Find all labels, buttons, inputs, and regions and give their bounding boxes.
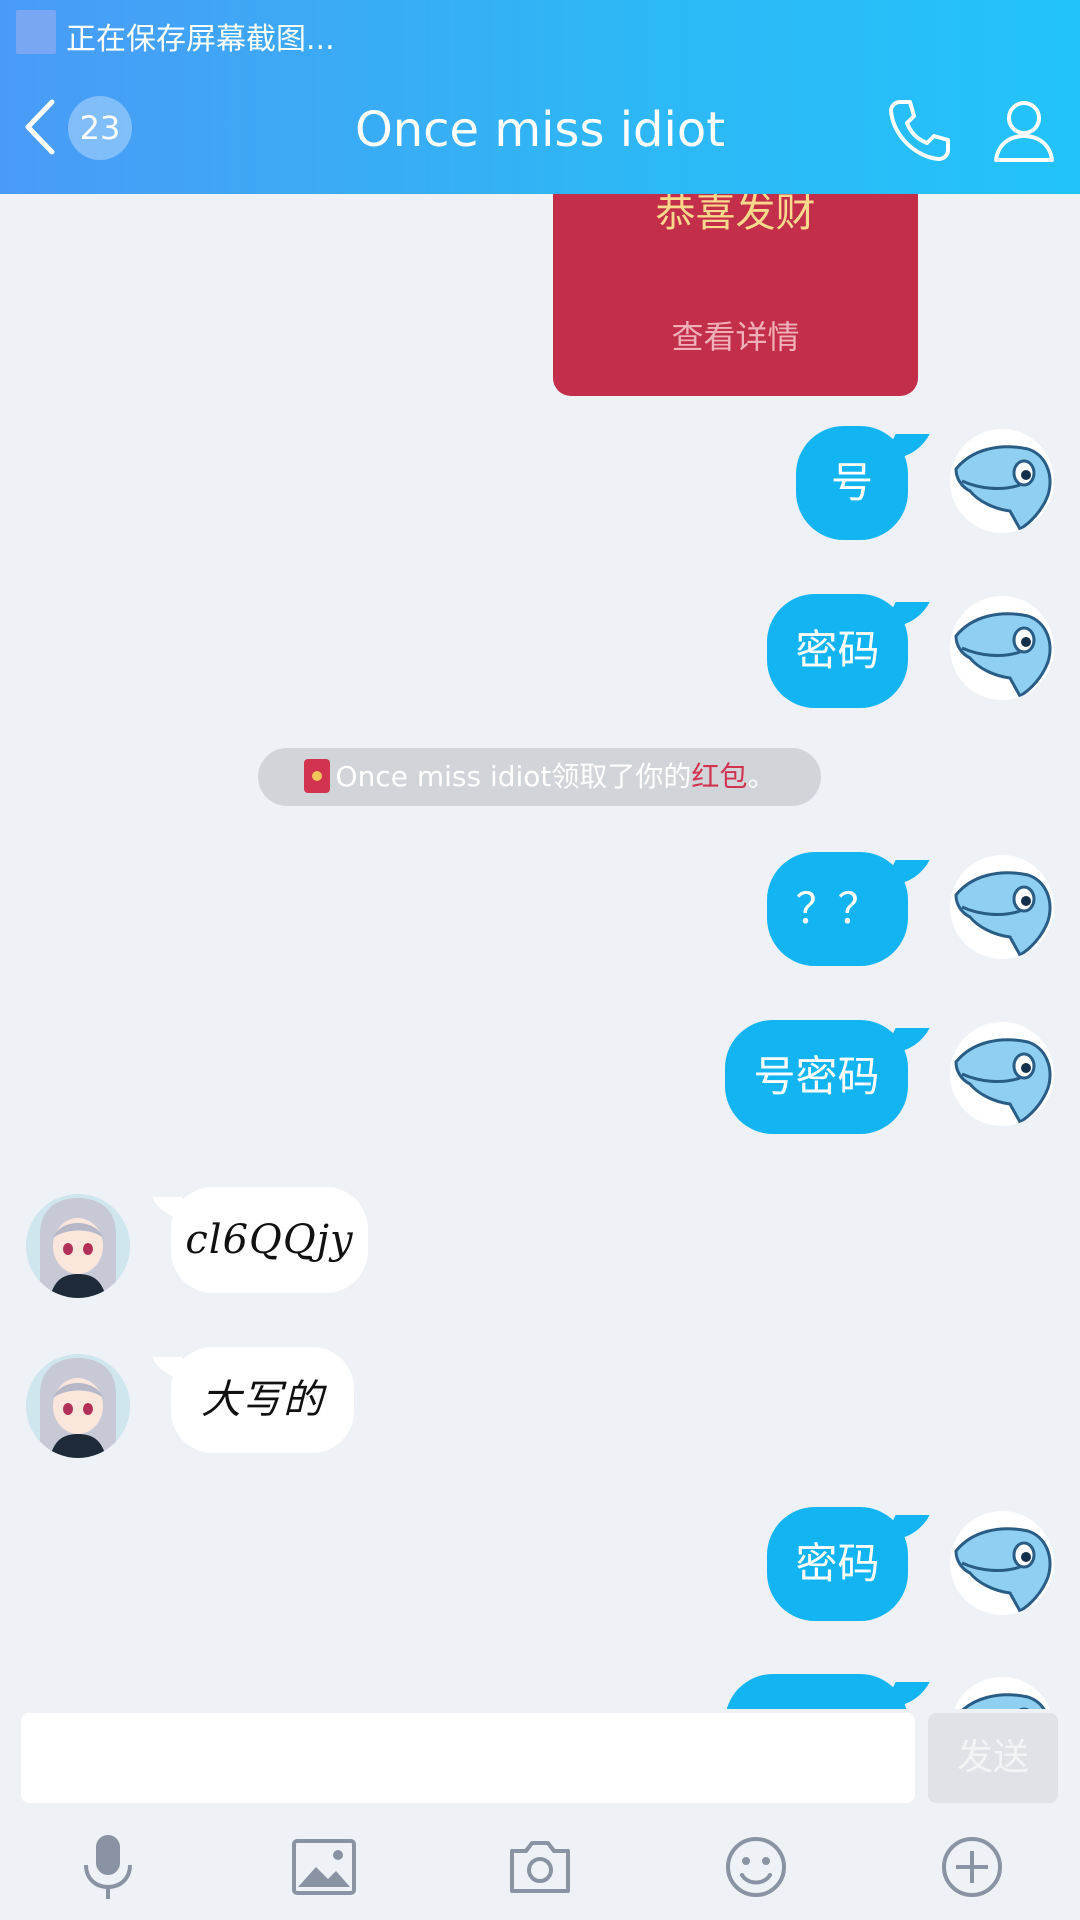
avatar-self[interactable] [950,1022,1054,1126]
message-bubble-incoming[interactable]: cl6QQjy [171,1187,368,1293]
dolphin-avatar-icon [954,445,1052,532]
call-button[interactable] [882,94,954,166]
avatar-self[interactable] [950,429,1054,533]
red-packet-greeting: 恭喜发财 [655,194,816,236]
image-button[interactable] [288,1831,360,1903]
person-icon [994,101,1054,162]
message-bubble-incoming[interactable]: 大写的 [171,1347,354,1453]
avatar-self[interactable] [950,1677,1054,1709]
emoji-button[interactable] [720,1831,792,1903]
microphone-icon [84,1835,132,1899]
red-packet-card[interactable]: 恭喜发财 查看详情 [553,194,918,396]
plus-icon [942,1837,1002,1897]
message-list[interactable]: 恭喜发财 查看详情 号 密码 Once miss idiot领取了你的红包。 ？… [0,194,1080,1709]
message-bubble-outgoing[interactable]: 密码 [767,1507,908,1621]
dolphin-avatar-icon [954,1527,1052,1614]
avatar-self[interactable] [950,855,1054,959]
avatar-peer[interactable] [26,1194,130,1298]
red-packet-link[interactable]: 红包 [691,760,747,793]
camera-icon [510,1841,570,1893]
avatar-peer[interactable] [26,1354,130,1458]
status-text: 正在保存屏幕截图... [66,22,335,57]
message-bubble-outgoing[interactable] [725,1674,908,1709]
dolphin-avatar-icon [961,1693,1046,1709]
anime-girl-avatar-icon [26,1354,130,1458]
screenshot-thumbnail-icon [16,10,56,54]
dolphin-avatar-icon [954,612,1052,699]
message-bubble-outgoing[interactable]: 号 [796,426,908,540]
red-packet-detail-link[interactable]: 查看详情 [553,312,918,358]
send-button[interactable]: 发送 [928,1713,1058,1803]
message-input[interactable] [21,1713,915,1803]
message-bubble-outgoing[interactable]: 号密码 [725,1020,908,1134]
phone-icon [889,100,950,161]
system-notice-suffix: 。 [747,760,776,793]
anime-girl-avatar-icon [26,1194,130,1298]
chat-header: 正在保存屏幕截图... 23 Once miss idiot [0,0,1080,194]
emoji-icon [726,1837,786,1897]
camera-button[interactable] [504,1831,576,1903]
composer: 发送 [0,1709,1080,1920]
dolphin-avatar-icon [954,1038,1052,1125]
message-bubble-outgoing[interactable]: 密码 [767,594,908,708]
dolphin-avatar-icon [954,871,1052,958]
system-notice: Once miss idiot领取了你的红包。 [258,748,821,806]
avatar-self[interactable] [950,1511,1054,1615]
profile-button[interactable] [988,94,1060,166]
red-packet-icon [303,759,330,793]
message-bubble-outgoing[interactable]: ？？ [767,852,908,966]
more-button[interactable] [936,1831,1008,1903]
image-icon [292,1839,356,1895]
avatar-self[interactable] [950,596,1054,700]
status-bar: 正在保存屏幕截图... [0,0,1080,64]
system-notice-text: Once miss idiot领取了你的 [335,760,692,793]
voice-button[interactable] [72,1831,144,1903]
